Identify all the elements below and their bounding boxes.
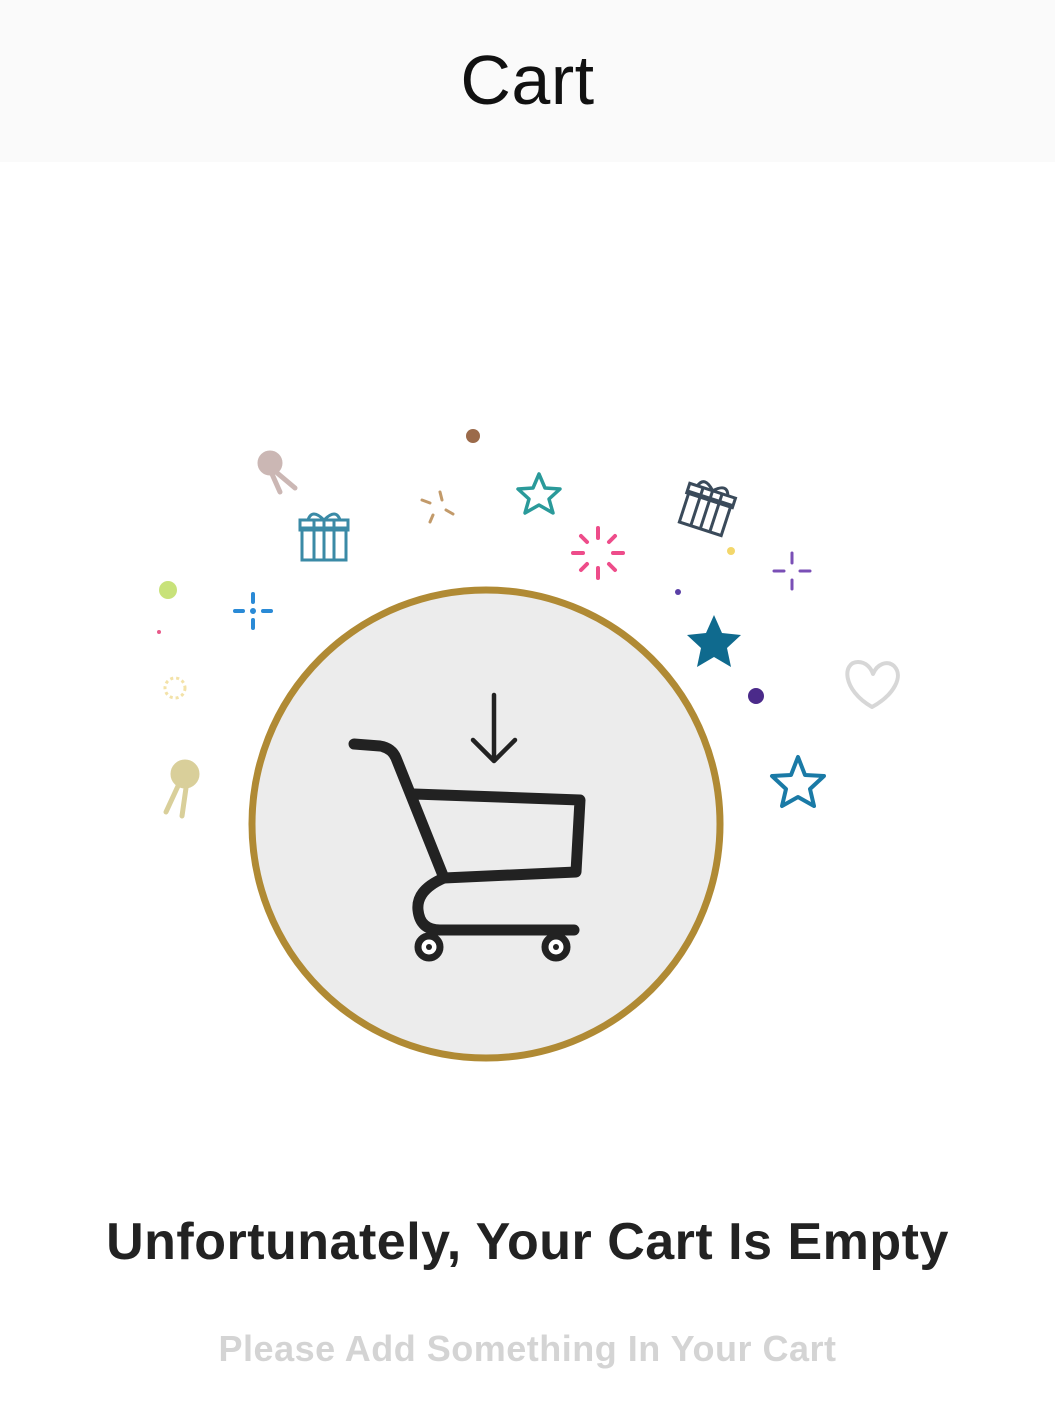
empty-cart-illustration	[0, 162, 1055, 1162]
sparkle-icon	[772, 551, 812, 591]
burst-icon	[571, 526, 625, 580]
confetti-dot-icon	[748, 688, 764, 704]
confetti-dot-icon	[727, 547, 735, 555]
confetti-dot-icon	[466, 429, 480, 443]
burst-icon	[163, 676, 187, 700]
confetti-dot-icon	[675, 589, 681, 595]
ribbon-badge-icon	[163, 759, 200, 819]
confetti-dot-icon	[157, 630, 161, 634]
heart-outline-icon	[845, 660, 900, 709]
gift-icon	[298, 512, 350, 562]
star-outline-icon	[516, 472, 562, 515]
ribbon-badge-icon	[257, 450, 298, 495]
star-filled-icon	[687, 615, 741, 667]
empty-cart-subtitle: Please Add Something In Your Cart	[218, 1328, 837, 1369]
gift-icon	[677, 480, 738, 538]
cart-circle	[248, 586, 724, 1062]
star-outline-icon	[770, 755, 826, 808]
empty-cart-title: Unfortunately, Your Cart Is Empty	[106, 1213, 949, 1271]
sparkle-icon	[233, 592, 273, 630]
sparkle-icon	[420, 490, 455, 524]
app-header: Cart	[0, 0, 1055, 162]
confetti-dot-icon	[159, 581, 177, 599]
page-title: Cart	[460, 41, 595, 119]
